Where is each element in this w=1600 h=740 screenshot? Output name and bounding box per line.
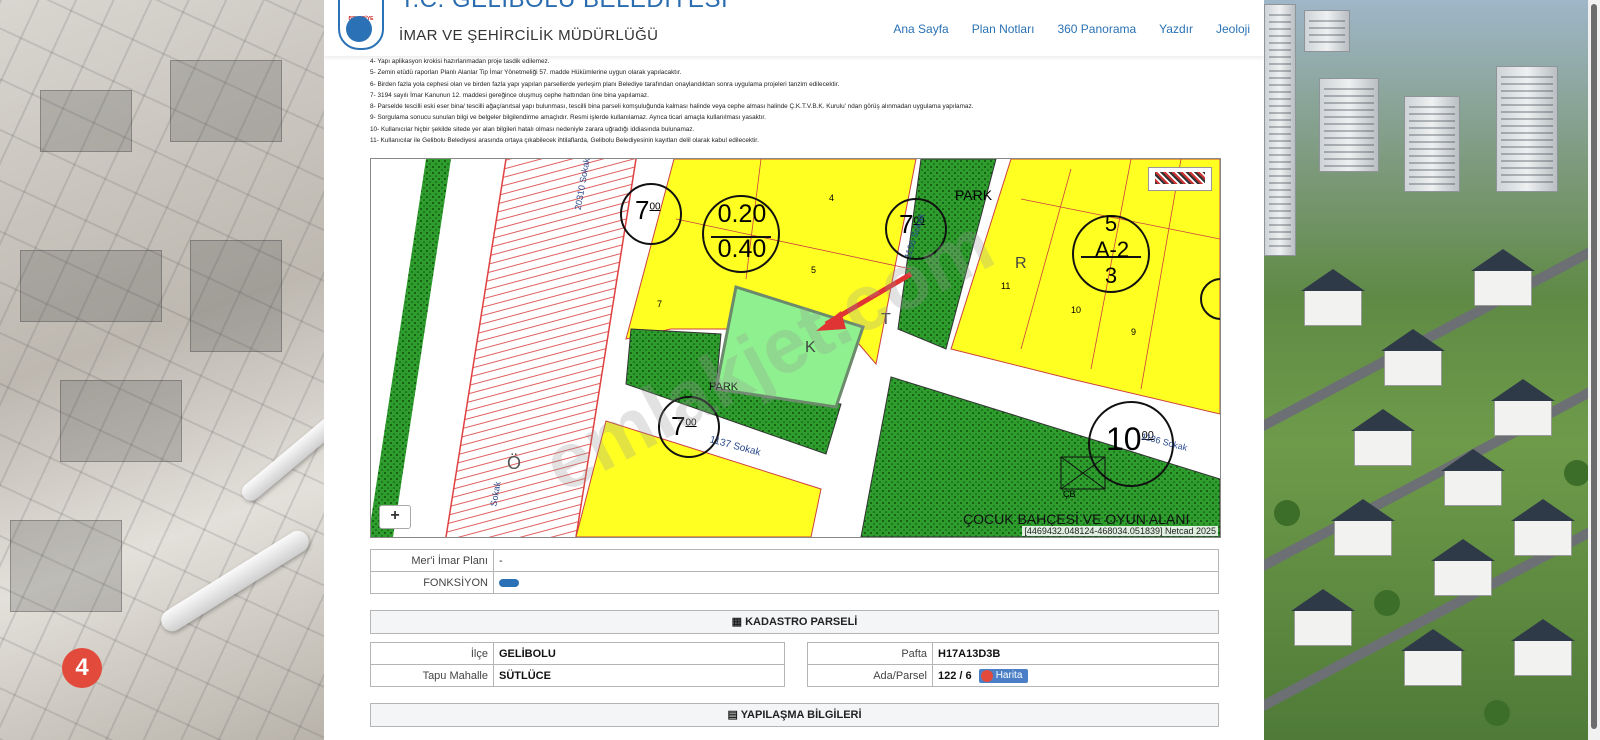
plan-notes: 4- Yapı aplikasyon krokisi hazırlanmadan… [370, 56, 1230, 146]
harita-label: Harita [995, 670, 1023, 681]
right-background-image [1246, 0, 1600, 740]
note-item: 7- 3194 sayılı İmar Kanunun 12. maddesi … [370, 91, 649, 99]
site-badge-icon: 4 [62, 648, 102, 688]
fonksiyon-value [493, 571, 1219, 594]
parcel-number: 11 [1001, 281, 1011, 291]
top-nav: Ana Sayfa Plan Notları 360 Panorama Yazd… [893, 22, 1250, 36]
map-letter: K [805, 339, 816, 356]
map-cb-label: ÇB [1063, 489, 1076, 499]
ada-parsel-cell: 122 / 6 Harita [932, 664, 1219, 687]
ratio-top-label: 0.20 [717, 200, 767, 228]
kadastro-right-table: Pafta H17A13D3B Ada/Parsel 122 / 6 Harit… [807, 642, 1219, 687]
ilce-value: GELİBOLU [493, 642, 785, 665]
left-background-image: 4 [0, 0, 342, 740]
map-letter: Ö [507, 453, 522, 473]
park-label: PARK [709, 381, 739, 393]
table-row: Pafta H17A13D3B [807, 642, 1219, 665]
height-label: 700 [671, 411, 697, 441]
plan-value: - [493, 549, 1219, 572]
note-item: 8- Parselde tescilli eski eser bina/ tes… [370, 103, 974, 111]
table-row: Ada/Parsel 122 / 6 Harita [807, 664, 1219, 687]
note-item: 9- Sorgulama sonucu sunulan bilgi ve bel… [370, 114, 766, 122]
zoning-map-canvas[interactable] [371, 159, 1220, 537]
layers-icon [1155, 172, 1205, 184]
note-item: 5- Zemin etüdü raporları Planlı Alanlar … [370, 69, 682, 77]
note-item: 10- Kullanıcılar hiçbir şekilde sitede y… [370, 125, 695, 133]
map-pin-icon [980, 669, 993, 682]
nav-yazdir[interactable]: Yazdır [1159, 22, 1193, 36]
parcel-number: 5 [811, 265, 817, 275]
main-page: BELEDİYE T.C. GELİBOLU BELEDİYESİ İMAR V… [324, 0, 1264, 740]
table-row: Tapu Mahalle SÜTLÜCE [370, 664, 785, 687]
map-letter: T [881, 311, 891, 328]
table-row: İlçe GELİBOLU [370, 642, 785, 665]
ratio-bottom-label: 0.40 [717, 235, 767, 263]
harita-button[interactable]: Harita [978, 668, 1029, 683]
nav-360-panorama[interactable]: 360 Panorama [1057, 22, 1136, 36]
yapilasma-title: YAPILAŞMA BİLGİLERİ [740, 709, 862, 721]
zone-tag-top: 5 [1104, 211, 1118, 236]
park-label: PARK [955, 187, 993, 203]
site-subtitle: İMAR VE ŞEHİRCİLİK MÜDÜRLÜĞÜ [399, 27, 659, 44]
municipality-logo[interactable]: BELEDİYE [338, 0, 384, 50]
bottom-zone-label: ÇOCUK BAHÇESİ VE OYUN ALANI [963, 511, 1190, 527]
note-item: 11- Kullanıcılar ile Gelibolu Belediyesi… [370, 137, 759, 145]
zoning-map[interactable]: 700 0.20 0.40 700 PARK 5 A-2 3 700 1000 … [370, 158, 1221, 538]
page-scrollbar[interactable] [1588, 0, 1600, 740]
note-item: 4- Yapı aplikasyon krokisi hazırlanmadan… [370, 58, 550, 65]
nav-jeoloji[interactable]: Jeoloji [1216, 22, 1250, 36]
kadastro-left-table: İlçe GELİBOLU Tapu Mahalle SÜTLÜCE [370, 642, 785, 687]
plan-label: Mer'i İmar Planı [370, 549, 494, 572]
zoom-in-button[interactable]: + [379, 505, 411, 529]
zone-tag-bottom: 3 [1104, 263, 1118, 288]
pafta-label: Pafta [807, 642, 933, 665]
zone-tag-mid: A-2 [1094, 237, 1130, 262]
nav-ana-sayfa[interactable]: Ana Sayfa [893, 22, 948, 36]
grid-icon: ▦ [731, 616, 743, 628]
ilce-label: İlçe [370, 642, 494, 665]
function-color-swatch [499, 578, 519, 587]
document-icon: ▤ [727, 709, 738, 721]
parcel-number: 7 [657, 299, 663, 309]
note-item: 6- Birden fazla yola cephesi olan ve bir… [370, 80, 840, 88]
table-row: FONKSİYON [370, 571, 1219, 594]
yapilasma-section-header: ▤ YAPILAŞMA BİLGİLERİ [370, 703, 1219, 727]
parcel-number: 9 [1131, 327, 1137, 337]
ada-parsel-value: 122 / 6 [938, 669, 972, 682]
plan-info-table: Mer'i İmar Planı - FONKSİYON [370, 549, 1219, 594]
parcel-number: 10 [1071, 305, 1082, 315]
mahalle-value: SÜTLÜCE [493, 664, 785, 687]
site-header: BELEDİYE T.C. GELİBOLU BELEDİYESİ İMAR V… [324, 0, 1264, 56]
nav-plan-notlari[interactable]: Plan Notları [972, 22, 1035, 36]
map-coordinates: [4469432.048124-468034.051839] Netcad 20… [1022, 526, 1218, 536]
fonksiyon-label: FONKSİYON [370, 571, 494, 594]
pafta-value: H17A13D3B [932, 642, 1219, 665]
kadastro-title: KADASTRO PARSELİ [745, 616, 858, 628]
parcel-number: 4 [829, 193, 835, 203]
height-label: 700 [635, 195, 661, 225]
mahalle-label: Tapu Mahalle [370, 664, 494, 687]
map-letter: R [1015, 255, 1027, 272]
ada-parsel-label: Ada/Parsel [807, 664, 933, 687]
table-row: Mer'i İmar Planı - [370, 549, 1219, 572]
kadastro-section-header: ▦ KADASTRO PARSELİ [370, 610, 1219, 634]
layer-switch-button[interactable] [1148, 167, 1212, 191]
site-title: T.C. GELİBOLU BELEDİYESİ [400, 0, 728, 14]
